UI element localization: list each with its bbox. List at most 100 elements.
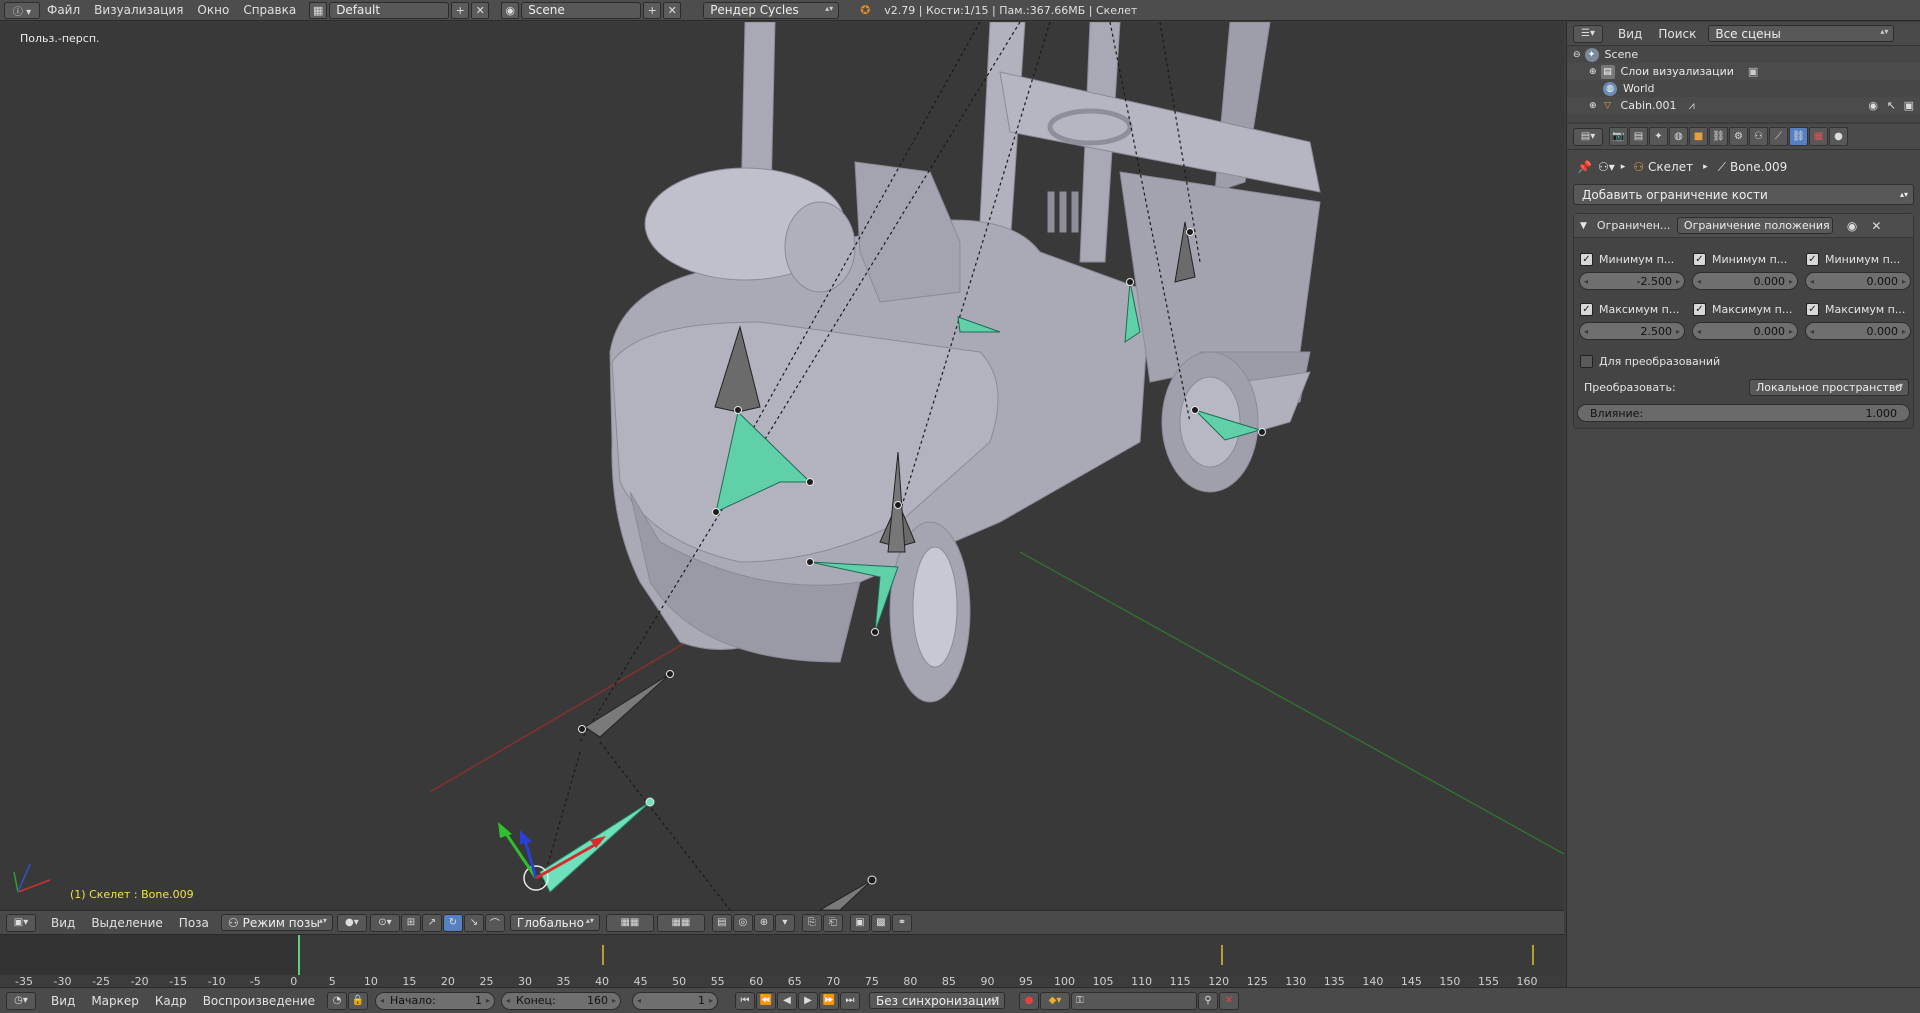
arc-icon[interactable]: ⌒ bbox=[484, 913, 505, 932]
scene-icon[interactable]: ◉ bbox=[501, 1, 520, 19]
render-camera-icon[interactable]: ▣ bbox=[1904, 99, 1914, 112]
next-keyframe-icon[interactable]: ⏩ bbox=[819, 991, 840, 1010]
properties-editor-icon[interactable]: ▤▾ bbox=[1573, 127, 1603, 146]
tab-render-layers-icon[interactable]: ▤ bbox=[1629, 127, 1648, 146]
tl-menu-marker[interactable]: Маркер bbox=[83, 994, 147, 1008]
collapse-triangle-icon[interactable]: ▼ bbox=[1580, 221, 1587, 231]
properties-editor[interactable]: ▤▾ 📷 ▤ ✦ ◍ ■ ⛓ ⚙ ⚇ ⟋ ⛓ ▦ ● 📌 ⚇▾ ▸ ⚇ Скел… bbox=[1566, 124, 1920, 987]
tl-menu-playback[interactable]: Воспроизведение bbox=[195, 994, 323, 1008]
ik-icon[interactable]: ⚭ bbox=[891, 913, 912, 932]
timeline[interactable]: -35 -30 -25 -20 -15 -10 -5 0 5 10 15 20 25 30 35 40 45 50… bbox=[0, 934, 1564, 988]
menu-window[interactable]: Окно bbox=[190, 0, 236, 21]
max-z-field[interactable]: ◂ 0.000 ▸ bbox=[1805, 322, 1911, 340]
tl-menu-frame[interactable]: Кадр bbox=[147, 994, 195, 1008]
record-icon[interactable]: ● bbox=[1019, 991, 1040, 1010]
play-icon[interactable]: ▶ bbox=[798, 991, 819, 1010]
jump-end-icon[interactable]: ⏭ bbox=[840, 991, 861, 1010]
outliner-menu-search[interactable]: Поиск bbox=[1650, 27, 1704, 41]
min-z-field[interactable]: ◂ 0.000 ▸ bbox=[1805, 272, 1911, 290]
max-y-field[interactable]: ◂ 0.000 ▸ bbox=[1692, 322, 1798, 340]
manipulator-toggle-icon[interactable]: ⊞ bbox=[400, 913, 421, 932]
expand-icon[interactable]: ⊕ bbox=[1589, 67, 1597, 77]
add-layout-icon[interactable]: + bbox=[451, 1, 470, 19]
copy-pose-icon[interactable]: ⎘ bbox=[801, 913, 822, 932]
tab-armature-icon[interactable]: ⚇ bbox=[1749, 127, 1768, 146]
sync-select[interactable]: Без синхронизации ▴▾ bbox=[869, 992, 1006, 1009]
editor-type-icon[interactable]: ▣▾ bbox=[6, 913, 36, 932]
menu-help[interactable]: Справка bbox=[236, 0, 303, 21]
tab-bone-icon[interactable]: ⟋ bbox=[1769, 127, 1788, 146]
render-engine-select[interactable]: Рендер Cycles ▴▾ bbox=[703, 1, 840, 19]
rotate-icon[interactable]: ↻ bbox=[442, 913, 463, 932]
expand-icon[interactable]: ⊕ bbox=[1589, 101, 1597, 111]
orientation-select[interactable]: Глобально ▴▾ bbox=[509, 914, 600, 931]
outliner-row-render-layers[interactable]: ⊕ ▤ Слои визуализации ▣ bbox=[1567, 63, 1920, 80]
select-cursor-icon[interactable]: ↖ bbox=[1887, 99, 1896, 112]
constraint-name[interactable]: Ограничен... bbox=[1597, 219, 1673, 232]
insert-keyframe-icon[interactable]: ⚲ bbox=[1198, 991, 1219, 1010]
prev-keyframe-icon[interactable]: ⏪ bbox=[756, 991, 777, 1010]
pin-icon[interactable]: 📌 bbox=[1577, 160, 1592, 174]
visibility-eye-icon[interactable]: ◉ bbox=[1847, 219, 1857, 233]
delete-constraint-icon[interactable]: ✕ bbox=[1871, 219, 1881, 233]
keying-set-icon[interactable]: ◆▾ bbox=[1040, 991, 1071, 1010]
tab-render-icon[interactable]: 📷 bbox=[1609, 127, 1628, 146]
scale-icon[interactable]: ↘ bbox=[463, 913, 484, 932]
proportional-icon[interactable]: ◎ bbox=[732, 913, 753, 932]
tab-world-icon[interactable]: ◍ bbox=[1669, 127, 1688, 146]
menu-view[interactable]: Вид bbox=[43, 916, 83, 930]
influence-slider[interactable]: Влияние: 1.000 bbox=[1577, 404, 1910, 422]
tab-bone-constraints-icon[interactable]: ⛓ bbox=[1789, 127, 1808, 146]
outliner-editor-icon[interactable]: ☰▾ bbox=[1573, 24, 1603, 43]
shading-icon[interactable]: ●▾ bbox=[336, 913, 367, 932]
convert-space-select[interactable]: Локальное пространство ▴▾ bbox=[1749, 378, 1909, 396]
for-transform-checkbox[interactable]: Для преобразований bbox=[1574, 348, 1913, 374]
preview-range-icon[interactable]: ◔ bbox=[327, 991, 348, 1010]
menu-pose[interactable]: Поза bbox=[171, 916, 217, 930]
scene-select[interactable]: Scene bbox=[521, 1, 642, 19]
menu-file[interactable]: Файл bbox=[40, 0, 87, 21]
min-x-field[interactable]: ◂ -2.500 ▸ bbox=[1579, 272, 1685, 290]
tab-physics-icon[interactable]: ● bbox=[1829, 127, 1848, 146]
remove-scene-icon[interactable]: ✕ bbox=[663, 1, 682, 19]
layers-grid-2-icon[interactable]: ▦▦ bbox=[656, 913, 705, 932]
expand-icon[interactable]: ⊖ bbox=[1573, 50, 1581, 60]
tab-texture-icon[interactable]: ▦ bbox=[1809, 127, 1828, 146]
tab-constraints-icon[interactable]: ⛓ bbox=[1709, 127, 1728, 146]
translate-icon[interactable]: ↗ bbox=[421, 913, 442, 932]
menu-select[interactable]: Выделение bbox=[83, 916, 170, 930]
max-z-checkbox[interactable]: ✓ Максимум п... bbox=[1802, 298, 1914, 320]
constraint-type-field[interactable]: Ограничение положения bbox=[1676, 217, 1833, 234]
paste-pose-icon[interactable]: ⎗ bbox=[822, 913, 843, 932]
lock-icon[interactable]: 🔒 bbox=[348, 991, 369, 1010]
tab-scene-icon[interactable]: ✦ bbox=[1649, 127, 1668, 146]
start-frame-field[interactable]: ◂ Начало: 1 ▸ bbox=[375, 991, 496, 1010]
timeline-editor-icon[interactable]: ◷▾ bbox=[6, 991, 36, 1010]
tl-menu-view[interactable]: Вид bbox=[43, 994, 83, 1008]
tab-object-icon[interactable]: ■ bbox=[1689, 127, 1708, 146]
jump-start-icon[interactable]: ⏮ bbox=[735, 991, 756, 1010]
layers-grid-icon[interactable]: ▦▦ bbox=[605, 913, 654, 932]
max-y-checkbox[interactable]: ✓ Максимум п... bbox=[1689, 298, 1801, 320]
render-anim-icon[interactable]: ▩ bbox=[870, 913, 891, 932]
keying-search-icon[interactable]: ⚿ bbox=[1071, 991, 1198, 1010]
snap-icon[interactable]: ⊕ bbox=[753, 913, 774, 932]
add-bone-constraint-select[interactable]: Добавить ограничение кости ▴▾ bbox=[1573, 184, 1914, 205]
min-y-checkbox[interactable]: ✓ Минимум п... bbox=[1689, 248, 1801, 270]
delete-keyframe-icon[interactable]: ✕ bbox=[1219, 991, 1240, 1010]
remove-layout-icon[interactable]: ✕ bbox=[471, 1, 490, 19]
snap-target-icon[interactable]: ▾ bbox=[774, 913, 795, 932]
outliner[interactable]: ☰▾ Вид Поиск Все сцены ▴▾ ⊖ ✦ Scene ⊕ ▤ … bbox=[1566, 22, 1920, 122]
visibility-eye-icon[interactable]: ◉ bbox=[1868, 99, 1878, 112]
layout-icon[interactable]: ▦ bbox=[309, 1, 328, 19]
max-x-field[interactable]: ◂ 2.500 ▸ bbox=[1579, 322, 1685, 340]
add-scene-icon[interactable]: + bbox=[643, 1, 662, 19]
mode-select[interactable]: ⚇ Режим позы ▴▾ bbox=[220, 914, 333, 931]
play-reverse-icon[interactable]: ◀ bbox=[777, 991, 798, 1010]
min-y-field[interactable]: ◂ 0.000 ▸ bbox=[1692, 272, 1798, 290]
pivot-icon[interactable]: ⊙▾ bbox=[369, 913, 400, 932]
min-x-checkbox[interactable]: ✓ Минимум п... bbox=[1576, 248, 1688, 270]
outliner-row-scene[interactable]: ⊖ ✦ Scene bbox=[1567, 46, 1920, 63]
menu-render[interactable]: Визуализация bbox=[87, 0, 190, 21]
outliner-menu-view[interactable]: Вид bbox=[1610, 27, 1650, 41]
